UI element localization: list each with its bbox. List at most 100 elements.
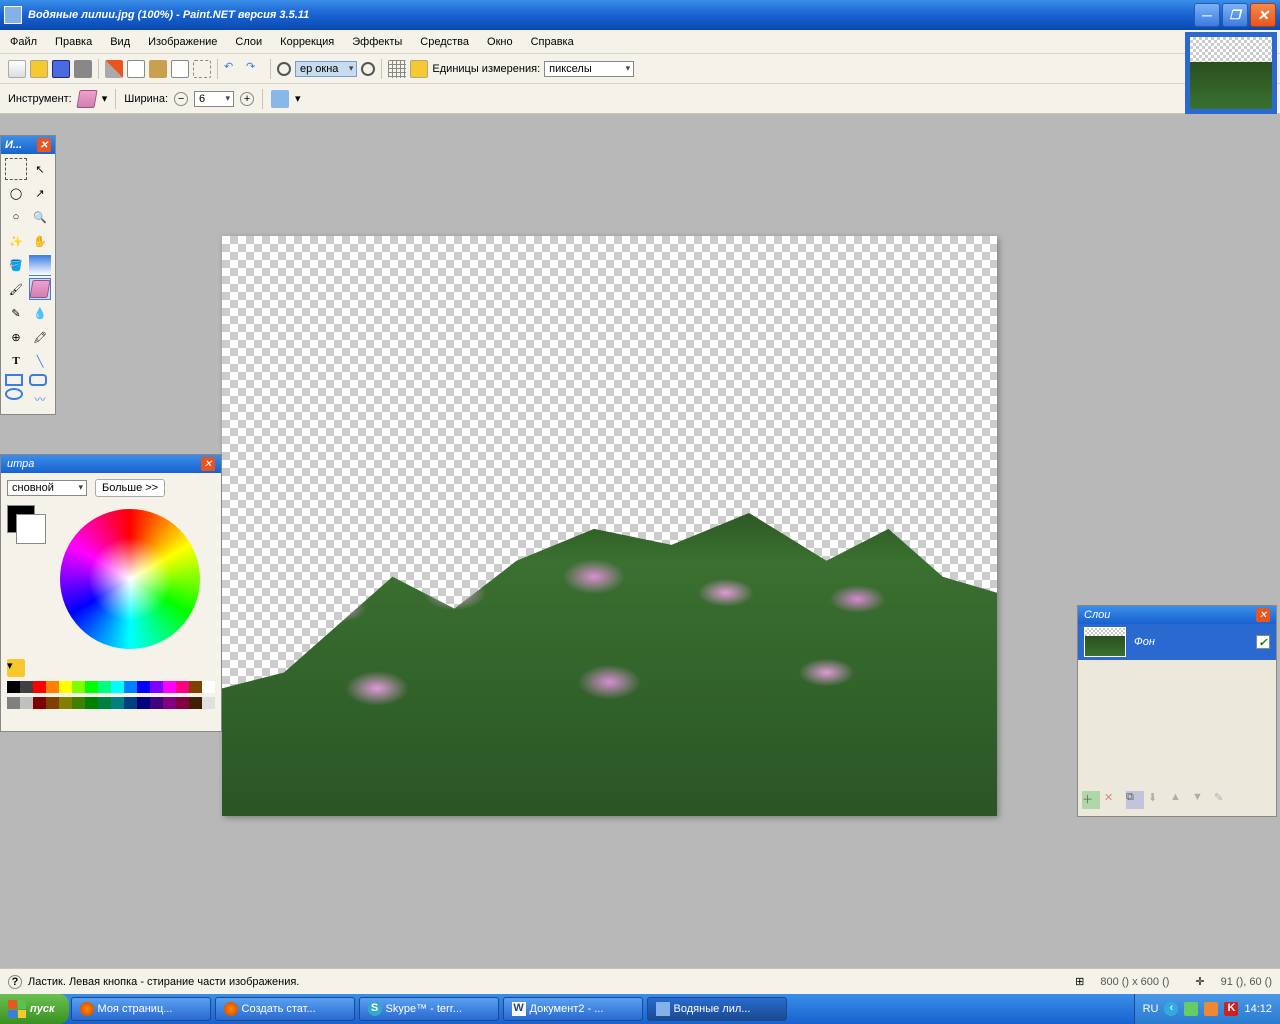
save-icon[interactable] [52, 60, 70, 78]
palette-swatch[interactable] [150, 697, 163, 709]
crop-icon[interactable] [171, 60, 189, 78]
tray-kaspersky-icon[interactable]: K [1224, 1002, 1238, 1016]
palette-swatch[interactable] [202, 697, 215, 709]
tool-clone-stamp[interactable]: ⊕ [5, 326, 27, 348]
palette-icon[interactable]: ▾ [7, 659, 25, 677]
tray-expand-icon[interactable]: ‹ [1164, 1002, 1178, 1016]
tool-pan[interactable]: ✋ [29, 230, 51, 252]
palette-swatch[interactable] [111, 681, 124, 693]
delete-layer-icon[interactable]: ✕ [1104, 791, 1122, 809]
palette-swatch[interactable] [7, 681, 20, 693]
grid-icon[interactable] [388, 60, 406, 78]
help-icon[interactable]: ? [8, 975, 22, 989]
copy-icon[interactable] [127, 60, 145, 78]
tool-magic-wand[interactable]: ✨ [5, 230, 27, 252]
cut-icon[interactable] [105, 60, 123, 78]
taskbar-item-paintnet[interactable]: Водяные лил... [647, 997, 787, 1021]
tool-ellipse-select[interactable]: ○ [5, 206, 27, 228]
maximize-button[interactable]: ❐ [1222, 3, 1248, 27]
canvas[interactable] [222, 236, 997, 816]
palette-swatch[interactable] [98, 681, 111, 693]
palette-swatch[interactable] [150, 681, 163, 693]
palette-swatch[interactable] [72, 681, 85, 693]
tool-rounded-rect[interactable] [29, 374, 47, 386]
tool-paintbrush[interactable]: 🖌 [5, 278, 27, 300]
palette-swatch[interactable] [189, 697, 202, 709]
language-indicator[interactable]: RU [1143, 1003, 1159, 1015]
print-icon[interactable] [74, 60, 92, 78]
palette-swatch[interactable] [33, 697, 46, 709]
decrease-icon[interactable]: − [174, 92, 188, 106]
layers-panel-title[interactable]: Слои ✕ [1078, 606, 1276, 624]
palette-swatch[interactable] [163, 697, 176, 709]
tool-gradient[interactable] [29, 254, 51, 276]
tool-rect-select[interactable] [5, 158, 27, 180]
palette-swatch[interactable] [98, 697, 111, 709]
current-tool-eraser-icon[interactable] [76, 90, 97, 108]
zoom-in-icon[interactable] [361, 62, 375, 76]
palette-swatch[interactable] [7, 697, 20, 709]
menu-layers[interactable]: Слои [235, 36, 262, 48]
tools-panel-title[interactable]: И... ✕ [1, 136, 55, 154]
palette-swatch[interactable] [124, 697, 137, 709]
tool-recolor[interactable]: 🖍 [29, 326, 51, 348]
tray-network-icon[interactable] [1184, 1002, 1198, 1016]
zoom-out-icon[interactable] [277, 62, 291, 76]
add-layer-icon[interactable]: ＋ [1082, 791, 1100, 809]
clock[interactable]: 14:12 [1244, 1003, 1272, 1015]
layers-close-icon[interactable]: ✕ [1256, 608, 1270, 622]
tool-paint-bucket[interactable]: 🪣 [5, 254, 27, 276]
width-input[interactable]: 6 [194, 91, 234, 107]
dropdown-icon[interactable]: ▾ [295, 92, 301, 105]
zoom-select[interactable]: ер окна [295, 61, 357, 77]
menu-image[interactable]: Изображение [148, 36, 217, 48]
layer-visibility-checkbox[interactable]: ✓ [1256, 635, 1270, 649]
palette-swatch[interactable] [59, 697, 72, 709]
tool-ellipse[interactable] [5, 388, 23, 400]
new-icon[interactable] [8, 60, 26, 78]
palette-swatch[interactable] [111, 697, 124, 709]
tool-text[interactable]: T [5, 350, 27, 372]
close-button[interactable]: ✕ [1250, 3, 1276, 27]
open-icon[interactable] [30, 60, 48, 78]
taskbar-item-skype[interactable]: S Skype™ - terr... [359, 997, 499, 1021]
menu-adjust[interactable]: Коррекция [280, 36, 334, 48]
taskbar-item-firefox-2[interactable]: Создать стат... [215, 997, 355, 1021]
tray-shield-icon[interactable] [1204, 1002, 1218, 1016]
palette-swatch[interactable] [137, 681, 150, 693]
tool-pencil[interactable]: ✎ [5, 302, 27, 324]
tool-color-picker[interactable]: 💧 [29, 302, 51, 324]
palette-swatch[interactable] [85, 681, 98, 693]
antialias-icon[interactable] [271, 90, 289, 108]
redo-icon[interactable]: ↷ [246, 60, 264, 78]
palette-swatch[interactable] [59, 681, 72, 693]
primary-secondary-swatch[interactable] [7, 505, 35, 533]
tool-move-pixels[interactable]: ↗ [29, 182, 51, 204]
layer-item[interactable]: Фон ✓ [1078, 624, 1276, 660]
menu-effects[interactable]: Эффекты [352, 36, 402, 48]
undo-icon[interactable]: ↶ [224, 60, 242, 78]
menu-window[interactable]: Окно [487, 36, 513, 48]
more-button[interactable]: Больше >> [95, 479, 165, 497]
tool-freeform[interactable]: 〰 [29, 388, 51, 410]
palette-swatch[interactable] [189, 681, 202, 693]
palette-swatch[interactable] [33, 681, 46, 693]
palette-swatch[interactable] [176, 697, 189, 709]
palette-swatch[interactable] [46, 697, 59, 709]
color-mode-select[interactable]: сновной [7, 480, 87, 496]
tool-zoom[interactable]: 🔍 [29, 206, 51, 228]
paste-icon[interactable] [149, 60, 167, 78]
dropdown-icon[interactable]: ▾ [102, 92, 108, 105]
deselect-icon[interactable] [193, 60, 211, 78]
minimize-button[interactable]: ─ [1194, 3, 1220, 27]
palette-swatch[interactable] [20, 697, 33, 709]
menu-view[interactable]: Вид [110, 36, 130, 48]
tool-eraser[interactable] [29, 278, 51, 300]
color-wheel[interactable] [60, 509, 200, 649]
taskbar-item-firefox-1[interactable]: Моя страниц... [71, 997, 211, 1021]
image-thumbnail-panel[interactable] [1185, 32, 1277, 114]
palette-swatch[interactable] [20, 681, 33, 693]
duplicate-layer-icon[interactable]: ⧉ [1126, 791, 1144, 809]
increase-icon[interactable]: + [240, 92, 254, 106]
merge-layer-icon[interactable]: ⬇ [1148, 791, 1166, 809]
